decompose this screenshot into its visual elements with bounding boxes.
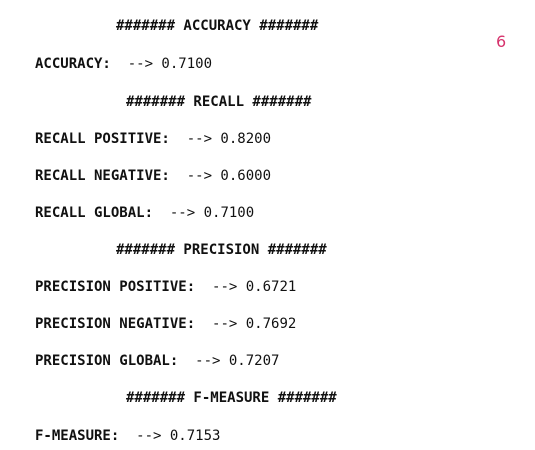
precision-header: ####### PRECISION ####### (116, 242, 327, 258)
precision-global-label: PRECISION GLOBAL: (35, 353, 179, 369)
recall-negative-row: RECALL NEGATIVE: --> 0.6000 (35, 167, 271, 185)
accuracy-label: ACCURACY: (35, 56, 111, 72)
fmeasure-value: --> 0.7153 (136, 428, 221, 444)
fmeasure-header: ####### F-MEASURE ####### (126, 390, 337, 406)
recall-negative-label: RECALL NEGATIVE: (35, 168, 170, 184)
accuracy-row: ACCURACY: --> 0.7100 (35, 55, 212, 73)
accuracy-value: --> 0.7100 (127, 56, 213, 72)
precision-positive-value: --> 0.6721 (212, 279, 297, 295)
precision-positive-row: PRECISION POSITIVE: --> 0.6721 (35, 278, 296, 296)
precision-positive-label: PRECISION POSITIVE: (35, 279, 196, 295)
precision-negative-label: PRECISION NEGATIVE: (35, 316, 196, 332)
recall-global-row: RECALL GLOBAL: --> 0.7100 (35, 204, 254, 222)
fmeasure-label: F-MEASURE: (35, 428, 120, 444)
recall-positive-label: RECALL POSITIVE: (35, 131, 170, 147)
fmeasure-row: F-MEASURE: --> 0.7153 (35, 427, 220, 445)
precision-negative-row: PRECISION NEGATIVE: --> 0.7692 (35, 315, 296, 333)
recall-global-label: RECALL GLOBAL: (35, 205, 154, 221)
precision-negative-value: --> 0.7692 (212, 316, 297, 332)
precision-global-row: PRECISION GLOBAL: --> 0.7207 (35, 352, 279, 370)
precision-global-value: --> 0.7207 (195, 353, 280, 369)
accuracy-header: ####### ACCURACY ####### (116, 18, 319, 34)
recall-header: ####### RECALL ####### (126, 94, 312, 110)
recall-positive-value: --> 0.8200 (186, 131, 272, 147)
page-number: 6 (496, 32, 507, 51)
recall-global-value: --> 0.7100 (169, 205, 255, 221)
recall-negative-value: --> 0.6000 (186, 168, 272, 184)
recall-positive-row: RECALL POSITIVE: --> 0.8200 (35, 130, 271, 148)
